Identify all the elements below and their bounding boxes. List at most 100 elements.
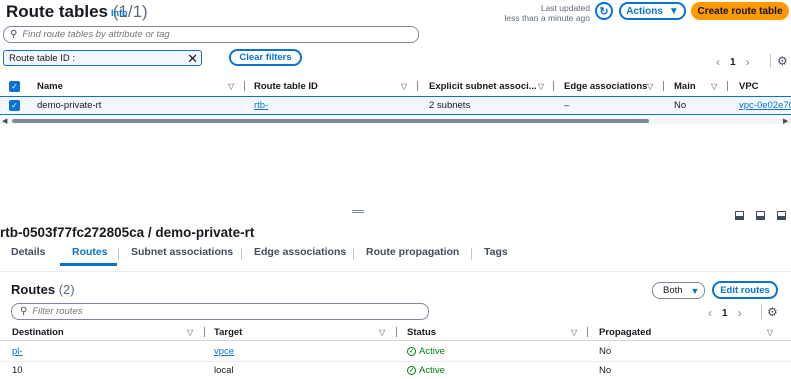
route-target: local	[214, 365, 234, 376]
filter-token[interactable]: Route table ID : ✕	[3, 50, 202, 66]
clear-filters-button[interactable]: Clear filters	[229, 49, 302, 66]
tab-divider	[353, 248, 354, 260]
pagination: ‹ 1 ›	[716, 55, 750, 69]
sort-icon[interactable]: ▽	[711, 82, 717, 91]
edit-routes-button[interactable]: Edit routes	[712, 281, 778, 299]
row-route-table-id-link[interactable]: rtb-	[254, 100, 268, 111]
split-panel-drag-handle[interactable]	[352, 210, 364, 213]
gear-icon[interactable]: ⚙	[777, 54, 788, 68]
sort-icon[interactable]: ▽	[187, 328, 193, 337]
route-status: ✓ Active	[407, 365, 445, 376]
table-header: ✓ Name ▽ Route table ID ▽ Explicit subne…	[0, 77, 791, 95]
col-status[interactable]: Status	[407, 323, 436, 341]
sort-icon[interactable]: ▽	[379, 328, 385, 337]
page-number[interactable]: 1	[730, 57, 736, 68]
row-explicit-subnet: 2 subnets	[429, 100, 471, 111]
tab-routes[interactable]: Routes	[72, 246, 108, 258]
tab-divider	[118, 248, 119, 260]
check-circle-icon: ✓	[407, 347, 416, 356]
route-destination: 10	[12, 365, 23, 376]
route-target-link[interactable]: vpce	[214, 346, 234, 357]
row-edge-associations: –	[564, 100, 570, 111]
col-vpc[interactable]: VPC	[739, 77, 759, 95]
col-divider	[553, 81, 554, 91]
routes-search-input[interactable]	[32, 306, 413, 317]
routes-title-text: Routes	[11, 282, 56, 297]
sort-icon[interactable]: ▽	[538, 82, 544, 91]
chevron-right-icon[interactable]: ›	[738, 306, 742, 320]
pager-divider	[761, 305, 762, 319]
sort-icon[interactable]: ▽	[767, 328, 773, 337]
refresh-button[interactable]: ↻	[595, 2, 613, 20]
col-target[interactable]: Target	[214, 323, 242, 341]
routes-filter-select[interactable]: Both ▼	[652, 282, 705, 299]
sort-icon[interactable]: ▽	[647, 82, 653, 91]
col-divider	[204, 327, 205, 337]
col-divider	[244, 81, 245, 91]
create-route-table-button[interactable]: Create route table	[691, 2, 789, 20]
sort-icon[interactable]: ▽	[571, 328, 577, 337]
route-status: ✓ Active	[407, 346, 445, 357]
col-divider	[663, 81, 664, 91]
actions-button[interactable]: Actions ▼	[619, 2, 686, 20]
last-updated-value: less than a minute ago	[504, 13, 590, 23]
select-value: Both	[663, 285, 683, 296]
chevron-right-icon[interactable]: ›	[746, 55, 750, 69]
col-destination[interactable]: Destination	[12, 323, 64, 341]
row-vpc-link[interactable]: vpc-0e02e70	[739, 100, 791, 111]
panel-side-icon[interactable]	[756, 211, 765, 220]
refresh-icon: ↻	[599, 5, 609, 18]
route-status-text: Active	[419, 365, 445, 376]
chevron-left-icon[interactable]: ‹	[716, 55, 720, 69]
panel-bottom-icon[interactable]	[735, 211, 744, 220]
chevron-left-icon[interactable]: ‹	[708, 306, 712, 320]
check-circle-icon: ✓	[407, 366, 416, 375]
sort-icon[interactable]: ▽	[228, 82, 234, 91]
routes-page-number[interactable]: 1	[722, 308, 728, 319]
row-main: No	[674, 100, 687, 111]
tab-divider	[471, 248, 472, 260]
table-row[interactable]: ✓ demo-private-rt rtb- 2 subnets – No vp…	[0, 96, 791, 115]
pager-divider	[770, 54, 771, 68]
col-divider	[727, 81, 728, 91]
row-name: demo-private-rt	[37, 100, 102, 111]
caret-down-icon: ▼	[690, 285, 700, 296]
tab-edge-associations[interactable]: Edge associations	[254, 246, 346, 258]
route-tables-search[interactable]: ⚲	[3, 26, 419, 43]
row-checkbox[interactable]: ✓	[9, 100, 20, 111]
col-propagated[interactable]: Propagated	[599, 323, 651, 341]
scroll-right-icon[interactable]: ▶	[783, 117, 788, 125]
tab-tags[interactable]: Tags	[484, 246, 508, 258]
last-updated-label: Last updated	[540, 3, 590, 13]
routes-count: (2)	[58, 282, 75, 297]
col-edge-associations[interactable]: Edge associations	[564, 77, 647, 95]
route-propagated: No	[599, 365, 612, 376]
col-divider	[587, 327, 588, 337]
col-explicit-subnet[interactable]: Explicit subnet associ...	[429, 77, 537, 95]
gear-icon[interactable]: ⚙	[767, 305, 778, 319]
search-input[interactable]	[22, 29, 403, 40]
col-main[interactable]: Main	[674, 77, 696, 95]
table-row[interactable]: pl- vpce ✓ Active No	[0, 343, 791, 360]
detail-tabs: Details Routes Subnet associations Edge …	[0, 243, 791, 266]
close-icon[interactable]: ✕	[187, 51, 198, 67]
col-divider	[417, 81, 418, 91]
tab-route-propagation[interactable]: Route propagation	[366, 246, 459, 258]
table-row[interactable]: 10 local ✓ Active No	[0, 362, 791, 379]
tab-details[interactable]: Details	[11, 246, 45, 258]
routes-search[interactable]: ⚲	[11, 303, 429, 320]
search-icon: ⚲	[20, 306, 28, 317]
route-destination-link[interactable]: pl-	[12, 346, 23, 357]
tab-subnet-associations[interactable]: Subnet associations	[131, 246, 233, 258]
sort-icon[interactable]: ▽	[401, 82, 407, 91]
scroll-left-icon[interactable]: ◀	[2, 117, 7, 125]
col-route-table-id[interactable]: Route table ID	[254, 77, 318, 95]
select-all-checkbox[interactable]: ✓	[9, 80, 20, 92]
panel-close-icon[interactable]	[777, 211, 786, 220]
info-link[interactable]: Info	[111, 8, 128, 18]
col-name[interactable]: Name	[37, 77, 63, 95]
page-title-text: Route tables	[6, 2, 109, 21]
scrollbar-thumb[interactable]	[12, 119, 649, 123]
detail-title: rtb-0503f77fc272805ca / demo-private-rt	[0, 225, 255, 240]
search-icon: ⚲	[10, 29, 18, 40]
